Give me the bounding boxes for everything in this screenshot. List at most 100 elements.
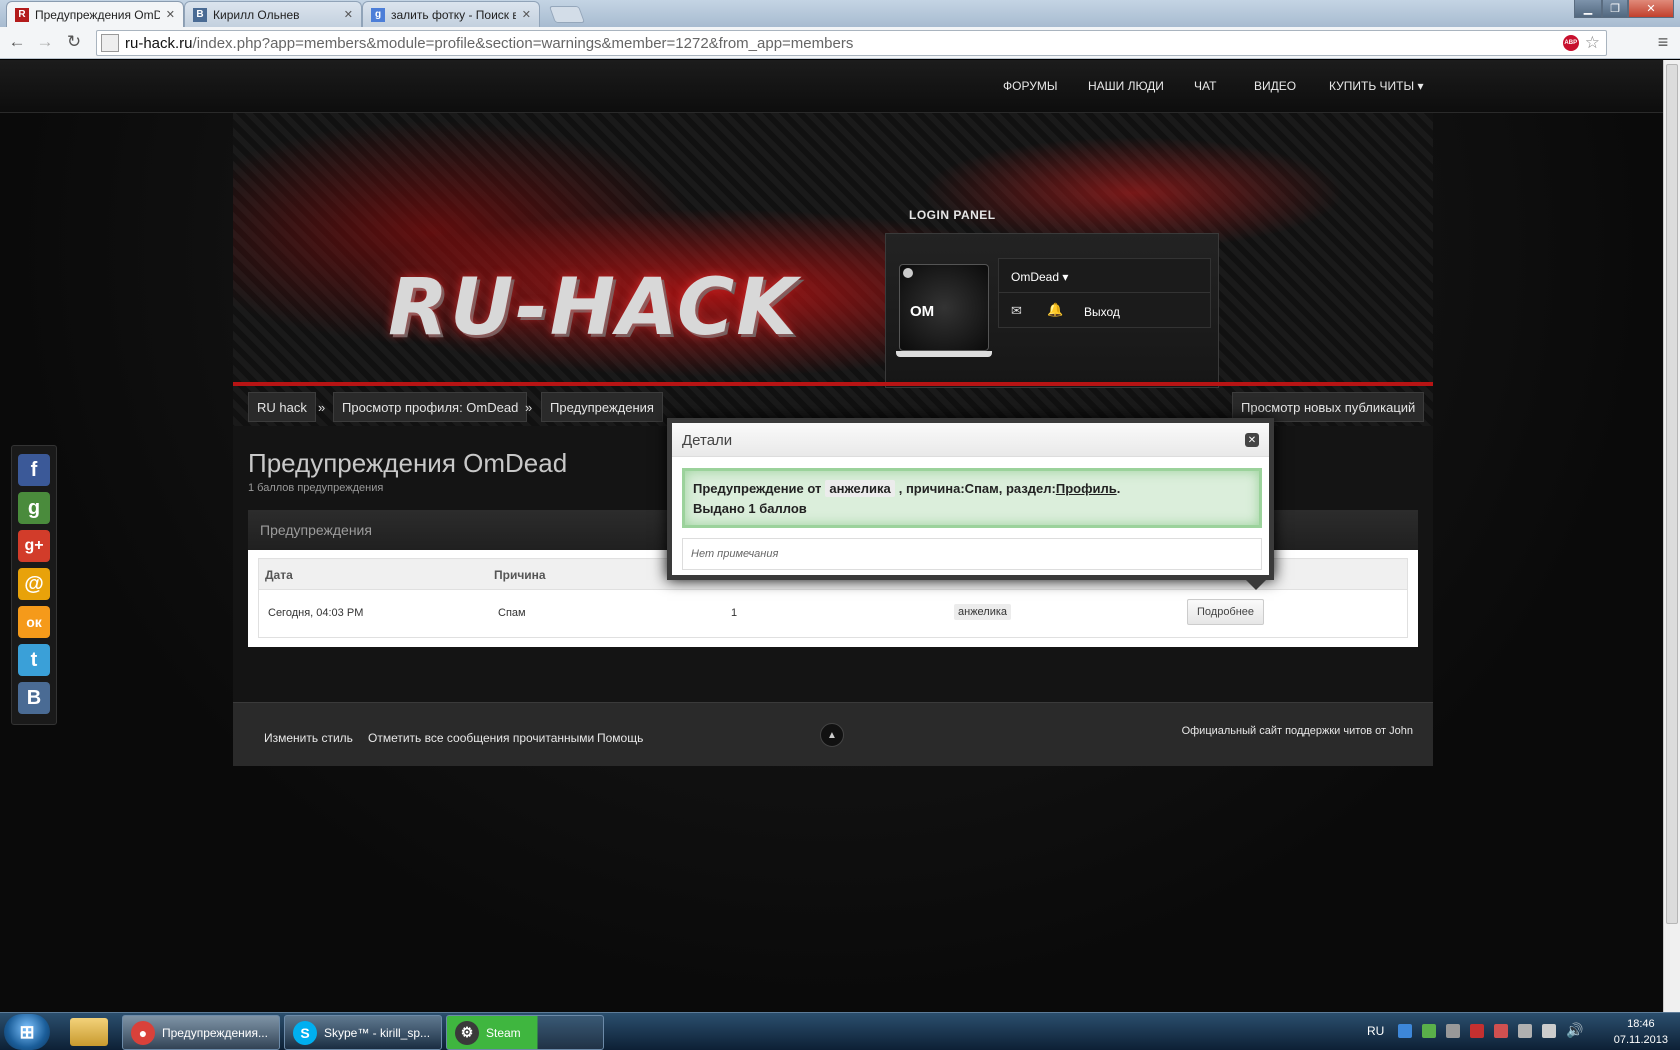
warning-reason: , причина:Спам, раздел:	[898, 481, 1056, 496]
menu-icon[interactable]: ≡	[1652, 31, 1674, 53]
breadcrumb-profile[interactable]: Просмотр профиля: OmDead	[333, 392, 528, 422]
reload-icon[interactable]: ↻	[63, 31, 85, 53]
avatar[interactable]: OM	[899, 264, 989, 351]
tab-title: Кирилл Ольнев	[213, 7, 300, 22]
tray-action-icon[interactable]	[1494, 1024, 1508, 1038]
warning-moderator[interactable]: анжелика	[825, 480, 895, 497]
google-favicon-icon: g	[371, 7, 385, 22]
new-tab-button[interactable]	[548, 6, 586, 23]
edit-avatar-icon[interactable]	[903, 268, 913, 278]
explorer-icon[interactable]	[70, 1018, 108, 1046]
breadcrumb-home[interactable]: RU hack	[248, 392, 316, 422]
details-button[interactable]: Подробнее	[1187, 599, 1265, 625]
bell-icon[interactable]: 🔔	[1047, 302, 1063, 318]
close-icon[interactable]: ✕	[522, 8, 531, 21]
warning-section-link[interactable]: Профиль	[1056, 481, 1117, 496]
google-plus-icon[interactable]: g+	[18, 530, 50, 562]
divider	[999, 292, 1210, 293]
page-icon	[101, 34, 119, 52]
close-icon[interactable]: ✕	[1245, 433, 1259, 447]
chevron-down-icon: ▾	[1417, 79, 1424, 93]
minimize-icon[interactable]: ▁	[1574, 0, 1602, 18]
mail-icon[interactable]: ✉	[1011, 303, 1022, 319]
tab-google[interactable]: g залить фотку - Поиск в G ✕	[362, 1, 540, 27]
mark-all-read-link[interactable]: Отметить все сообщения прочитанными	[368, 731, 594, 745]
bookmark-star-icon[interactable]: ☆	[1585, 33, 1600, 53]
footer-copyright: Официальный сайт поддержки читов от John	[1181, 725, 1413, 737]
vk-favicon-icon: В	[193, 7, 207, 22]
tray-steam-icon[interactable]	[1446, 1024, 1460, 1038]
avatar-label: OM	[910, 303, 935, 320]
browser-toolbar: ← → ↻ ru-hack.ru/index.php?app=members&m…	[0, 27, 1680, 59]
section-title: Предупреждения	[260, 522, 372, 538]
twitter-icon[interactable]: t	[18, 644, 50, 676]
tray-network-icon[interactable]	[1398, 1024, 1412, 1038]
taskbar-steam[interactable]: ⚙ Steam	[446, 1015, 604, 1050]
page-scrollbar[interactable]	[1663, 60, 1680, 1012]
clock-date: 07.11.2013	[1613, 1034, 1668, 1046]
warning-end: .	[1116, 481, 1121, 496]
social-share-bar: f g g+ @ ок t B	[11, 445, 57, 725]
row-moderator[interactable]: анжелика	[954, 604, 1012, 620]
page-subtitle: 1 баллов предупреждения	[248, 482, 384, 494]
tray-flag-icon[interactable]	[1470, 1024, 1484, 1038]
back-icon[interactable]: ←	[6, 31, 28, 53]
mailru-icon[interactable]: @	[18, 568, 50, 600]
close-window-icon[interactable]: ✕	[1628, 0, 1674, 18]
browser-tab-strip: R Предупреждения OmDea ✕ В Кирилл Ольнев…	[0, 0, 1680, 27]
warning-line-1: Предупреждение от анжелика, причина:Спам,…	[693, 480, 1121, 497]
restore-icon[interactable]: ❐	[1602, 0, 1628, 18]
taskbar-item-label: Предупреждения...	[162, 1025, 268, 1040]
row-reason: Спам	[498, 607, 526, 619]
google-icon[interactable]: g	[18, 492, 50, 524]
windows-taskbar: ⊞ ● Предупреждения... S Skype™ - kirill_…	[0, 1012, 1680, 1050]
username-menu[interactable]: OmDead ▾	[1011, 270, 1068, 284]
tray-display-icon[interactable]	[1542, 1024, 1556, 1038]
accent-bar	[233, 382, 1433, 386]
site-footer: Изменить стиль Отметить все сообщения пр…	[233, 702, 1433, 766]
modal-header: Детали ✕	[672, 423, 1269, 457]
login-panel: OM OmDead ▾ ✉ 🔔 Выход	[885, 233, 1219, 388]
start-button[interactable]: ⊞	[4, 1014, 50, 1050]
nav-chat[interactable]: ЧАТ	[1194, 79, 1216, 93]
language-indicator[interactable]: RU	[1367, 1024, 1384, 1038]
close-icon[interactable]: ✕	[344, 8, 353, 21]
help-link[interactable]: Помощь	[597, 731, 643, 745]
adblock-icon[interactable]: ABP	[1562, 35, 1579, 51]
taskbar-item-label: Steam	[486, 1025, 521, 1040]
back-to-top-icon[interactable]: ▲	[820, 723, 844, 747]
breadcrumb-separator: »	[525, 400, 533, 415]
change-style-link[interactable]: Изменить стиль	[264, 731, 353, 745]
breadcrumb-separator: »	[318, 400, 326, 415]
chevron-down-icon: ▾	[1062, 270, 1069, 284]
username-label: OmDead	[1011, 270, 1060, 284]
address-bar[interactable]: ru-hack.ru/index.php?app=members&module=…	[96, 30, 1607, 56]
tray-app-icon[interactable]	[1422, 1024, 1436, 1038]
page-title: Предупреждения OmDead	[248, 448, 568, 478]
scrollbar-thumb[interactable]	[1666, 64, 1678, 924]
warning-message: Предупреждение от анжелика, причина:Спам,…	[682, 468, 1262, 528]
taskbar-skype[interactable]: S Skype™ - kirill_sp...	[284, 1015, 442, 1050]
nav-buy-cheats[interactable]: КУПИТЬ ЧИТЫ ▾	[1329, 79, 1424, 93]
taskbar-chrome[interactable]: ● Предупреждения...	[122, 1015, 280, 1050]
tab-vk[interactable]: В Кирилл Ольнев ✕	[184, 1, 362, 27]
taskbar-item-label: Skype™ - kirill_sp...	[324, 1025, 431, 1040]
site-logo[interactable]: RU-HACK	[388, 263, 799, 353]
facebook-icon[interactable]: f	[18, 454, 50, 486]
volume-icon[interactable]: 🔊	[1566, 1022, 1583, 1039]
odnoklassniki-icon[interactable]: ок	[18, 606, 50, 638]
nav-video[interactable]: ВИДЕО	[1254, 79, 1296, 93]
tab-warnings[interactable]: R Предупреждения OmDea ✕	[6, 1, 184, 27]
nav-forums[interactable]: ФОРУМЫ	[1003, 79, 1057, 93]
nav-people[interactable]: НАШИ ЛЮДИ	[1088, 79, 1164, 93]
forward-icon[interactable]: →	[34, 31, 56, 53]
table-row: Сегодня, 04:03 PM Спам 1 анжелика Подроб…	[259, 590, 1407, 637]
tray-pen-icon[interactable]	[1518, 1024, 1532, 1038]
user-box: OmDead ▾ ✉ 🔔 Выход	[998, 258, 1211, 328]
logout-link[interactable]: Выход	[1084, 305, 1120, 319]
system-clock[interactable]: 18:46 07.11.2013	[1614, 1016, 1668, 1048]
breadcrumb-warnings[interactable]: Предупреждения	[541, 392, 663, 422]
skype-icon: S	[293, 1020, 317, 1045]
vkontakte-icon[interactable]: B	[18, 682, 50, 714]
close-icon[interactable]: ✕	[166, 8, 175, 21]
